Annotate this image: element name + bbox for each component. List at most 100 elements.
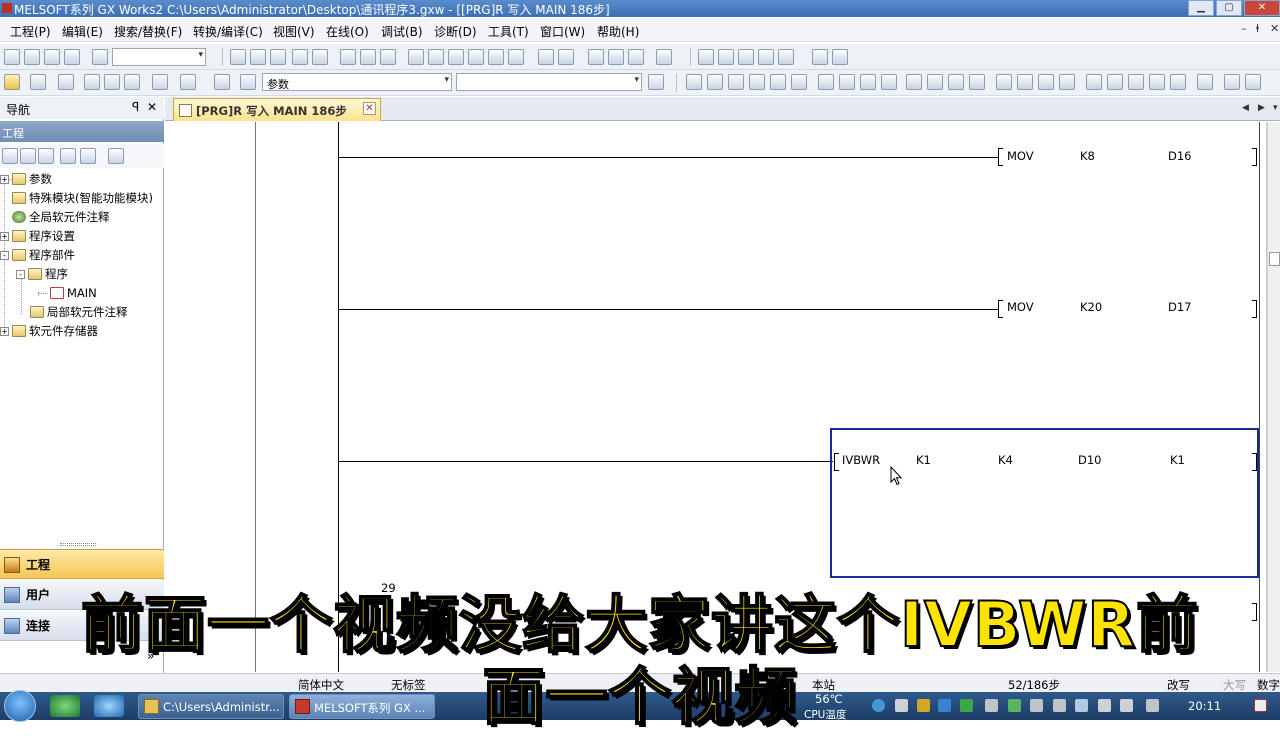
- find-binoculars-icon[interactable]: [240, 74, 256, 90]
- menu-edit[interactable]: 编辑(E): [62, 23, 103, 40]
- expander-icon[interactable]: +: [0, 327, 9, 336]
- instruction-name[interactable]: MOV: [1007, 149, 1034, 163]
- tab-list-icon[interactable]: ▾: [1273, 103, 1278, 113]
- convert-all-icon[interactable]: [1245, 74, 1261, 90]
- contact-no-f5-icon[interactable]: [686, 74, 702, 90]
- rising-edge-sf7-icon[interactable]: [906, 74, 922, 90]
- ladder-tool-icon[interactable]: [718, 49, 734, 65]
- tab-close-icon[interactable]: ✕: [363, 102, 376, 115]
- display-options-icon[interactable]: [152, 74, 168, 90]
- expander-icon[interactable]: -: [0, 251, 9, 260]
- coil-f7-icon[interactable]: [770, 74, 786, 90]
- tree-item-device-memory[interactable]: + 软元件存储器: [0, 322, 98, 340]
- horizontal-line-f9-icon[interactable]: [818, 74, 834, 90]
- ladder-tool-icon[interactable]: [698, 49, 714, 65]
- menu-debug[interactable]: 调试(B): [381, 23, 423, 40]
- watch-icon[interactable]: [608, 49, 624, 65]
- menu-view[interactable]: 视图(V): [273, 23, 315, 40]
- parallel-nc-sf6-icon[interactable]: [749, 74, 765, 90]
- search-go-icon[interactable]: [648, 74, 664, 90]
- help-circle-icon[interactable]: [214, 74, 230, 90]
- window-arrange-icon[interactable]: [656, 49, 672, 65]
- scrollbar-thumb[interactable]: [1269, 252, 1280, 266]
- cut-icon[interactable]: [230, 49, 246, 65]
- instruction-name[interactable]: MOV: [1007, 300, 1034, 314]
- pin-icon[interactable]: ꟼ: [132, 100, 139, 114]
- operation-result-fall-icon[interactable]: [1107, 74, 1123, 90]
- device-test-icon[interactable]: [558, 49, 574, 65]
- toolbar-combo[interactable]: ▾: [112, 48, 206, 66]
- project-settings-icon[interactable]: [108, 148, 124, 164]
- minimize-button[interactable]: ▁: [1188, 0, 1214, 16]
- statement-icon[interactable]: [104, 74, 120, 90]
- inline-fd-icon[interactable]: [1128, 74, 1144, 90]
- ladder-tool-icon[interactable]: [738, 49, 754, 65]
- expander-icon[interactable]: +: [0, 232, 9, 241]
- convert-icon[interactable]: [1224, 74, 1240, 90]
- monitor-start-icon[interactable]: [468, 49, 484, 65]
- delete-line-cf9-icon[interactable]: [860, 74, 876, 90]
- navigation-toggle-icon[interactable]: [4, 74, 20, 90]
- tree-item-program-parts[interactable]: - 程序部件: [0, 246, 75, 264]
- maximize-button[interactable]: ▢: [1216, 0, 1242, 16]
- tab-prev-icon[interactable]: ◀: [1242, 103, 1249, 113]
- instruction-search-icon[interactable]: [360, 49, 376, 65]
- tree-item-parameters[interactable]: + 参数: [0, 170, 52, 188]
- expander-icon[interactable]: -: [16, 270, 25, 279]
- monitor-stop-icon[interactable]: [488, 49, 504, 65]
- property-icon[interactable]: [60, 148, 76, 164]
- menu-search-replace[interactable]: 搜索/替换(F): [114, 23, 182, 40]
- menu-help[interactable]: 帮助(H): [597, 23, 639, 40]
- device-search-icon[interactable]: [340, 49, 356, 65]
- ladder-tool-icon[interactable]: [812, 49, 828, 65]
- copy-icon[interactable]: [250, 49, 266, 65]
- copy-data-icon[interactable]: [20, 148, 36, 164]
- refresh-icon[interactable]: [80, 148, 96, 164]
- paste-icon[interactable]: [270, 49, 286, 65]
- element-selection-icon[interactable]: [30, 74, 46, 90]
- instruction-operand[interactable]: K20: [1080, 300, 1102, 314]
- help-icon[interactable]: [92, 49, 108, 65]
- entry-monitor-icon[interactable]: [588, 49, 604, 65]
- menu-window[interactable]: 窗口(W): [540, 23, 585, 40]
- redo-icon[interactable]: [312, 49, 328, 65]
- instruction-operand[interactable]: K1: [1170, 453, 1185, 467]
- line-delete-af9-icon[interactable]: [1170, 74, 1186, 90]
- edge-contact-icon[interactable]: [1017, 74, 1033, 90]
- tab-next-icon[interactable]: ▶: [1258, 103, 1265, 113]
- operation-result-rise-icon[interactable]: [1086, 74, 1102, 90]
- close-button[interactable]: ✕: [1244, 0, 1280, 16]
- parallel-rising-icon[interactable]: [948, 74, 964, 90]
- paste-data-icon[interactable]: [38, 148, 54, 164]
- tree-item-main[interactable]: MAIN: [50, 284, 97, 302]
- menu-tools[interactable]: 工具(T): [488, 23, 529, 40]
- edge-contact-icon[interactable]: [1038, 74, 1054, 90]
- tree-item-program-settings[interactable]: + 程序设置: [0, 227, 75, 245]
- write-plc-icon[interactable]: [428, 49, 444, 65]
- menu-online[interactable]: 在线(O): [326, 23, 369, 40]
- instruction-f8-icon[interactable]: [791, 74, 807, 90]
- close-panel-icon[interactable]: ✕: [147, 100, 157, 114]
- sampling-icon[interactable]: [628, 49, 644, 65]
- tree-item-global-comment[interactable]: 全局软元件注释: [12, 208, 110, 226]
- tree-item-program[interactable]: - 程序: [16, 265, 68, 283]
- device-batch-icon[interactable]: [538, 49, 554, 65]
- print-icon[interactable]: [64, 49, 80, 65]
- output-window-icon[interactable]: [58, 74, 74, 90]
- vertical-line-sf9-icon[interactable]: [839, 74, 855, 90]
- note-icon[interactable]: [124, 74, 140, 90]
- ladder-tool-icon[interactable]: [832, 49, 848, 65]
- instruction-operand[interactable]: K8: [1080, 149, 1095, 163]
- instruction-operand[interactable]: K1: [916, 453, 931, 467]
- tree-item-intelligent-modules[interactable]: 特殊模块(智能功能模块): [12, 189, 153, 207]
- ladder-tool-icon[interactable]: [778, 49, 794, 65]
- parallel-falling-icon[interactable]: [969, 74, 985, 90]
- search-text-combo[interactable]: ▾: [456, 73, 642, 91]
- new-file-icon[interactable]: [4, 49, 20, 65]
- instruction-operand[interactable]: D10: [1078, 453, 1102, 467]
- line-input-f10-icon[interactable]: [1149, 74, 1165, 90]
- falling-edge-sf8-icon[interactable]: [927, 74, 943, 90]
- tree-item-local-comment[interactable]: 局部软元件注释: [30, 303, 128, 321]
- edge-contact-icon[interactable]: [1059, 74, 1075, 90]
- device-comment-icon[interactable]: [84, 74, 100, 90]
